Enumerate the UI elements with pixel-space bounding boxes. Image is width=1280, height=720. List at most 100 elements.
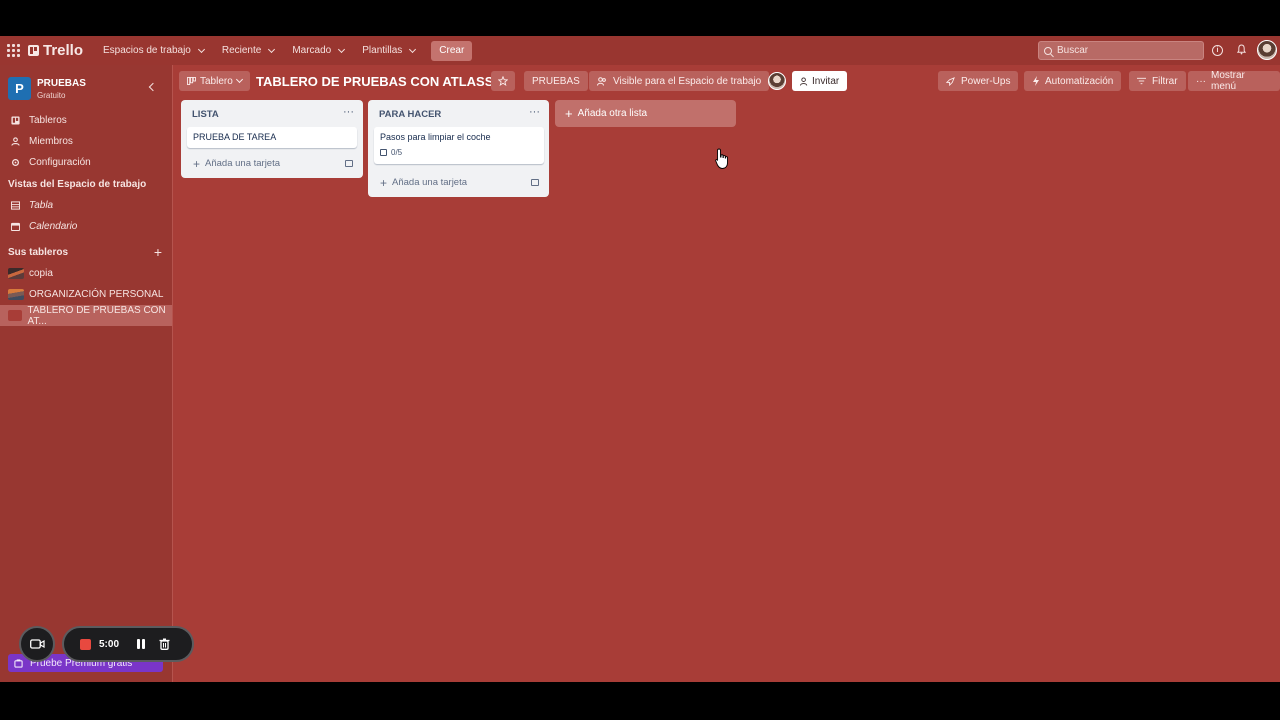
powerups-label: Power-Ups (961, 75, 1011, 87)
sidebar-board-copia[interactable]: copia (0, 263, 172, 284)
card[interactable]: Pasos para limpiar el coche 0/5 (374, 127, 544, 164)
card-template-icon[interactable] (345, 160, 353, 167)
gear-icon (11, 158, 20, 167)
premium-icon (14, 658, 23, 668)
more-icon: ··· (1196, 75, 1206, 87)
sidebar-item-boards[interactable]: Tableros (0, 110, 172, 131)
board-title[interactable]: TABLERO DE PRUEBAS CON ATLASSIAN (250, 71, 522, 91)
visibility-label: Visible para el Espacio de trabajo (613, 75, 762, 87)
powerups-button[interactable]: Power-Ups (938, 71, 1019, 91)
board-header: Tablero TABLERO DE PRUEBAS CON ATLASSIAN… (174, 65, 1280, 97)
show-menu-button[interactable]: ··· Mostrar menú (1188, 70, 1280, 92)
workspace-button[interactable]: PRUEBAS (524, 71, 588, 91)
board-thumbnail (8, 310, 23, 321)
sidebar: P PRUEBAS Gratuito Tableros Miembros Con… (0, 65, 173, 682)
nav-menu-recent[interactable]: Reciente (216, 40, 280, 62)
list-title[interactable]: PARA HACER (379, 109, 441, 120)
user-avatar[interactable] (1257, 40, 1277, 60)
nav-menu-label: Plantillas (362, 45, 403, 56)
add-card-button[interactable]: + Añada una tarjeta (193, 158, 280, 170)
sidebar-board-organizacion[interactable]: ORGANIZACIÓN PERSONAL (0, 284, 172, 305)
sidebar-board-current[interactable]: TABLERO DE PRUEBAS CON AT... (0, 304, 172, 327)
automation-button[interactable]: Automatización (1024, 71, 1122, 91)
sidebar-item-label: Tabla (29, 200, 54, 211)
rocket-icon (946, 76, 955, 86)
sidebar-item-calendar[interactable]: Calendario (0, 216, 172, 237)
camera-button[interactable] (19, 626, 55, 662)
card[interactable]: PRUEBA DE TAREA (187, 127, 357, 148)
workspace-header: P PRUEBAS Gratuito (0, 65, 172, 110)
member-avatar[interactable] (768, 72, 786, 90)
add-list-button[interactable]: + Añada otra lista (555, 100, 736, 127)
hand-cursor-icon (715, 148, 728, 169)
video-camera-icon (29, 639, 45, 649)
plus-icon: + (380, 175, 388, 190)
invite-button[interactable]: Invitar (792, 71, 848, 91)
checklist-icon (380, 149, 387, 156)
recording-controls: 5:00 (62, 626, 194, 662)
sidebar-item-settings[interactable]: Configuración (0, 152, 172, 173)
list-menu-icon[interactable]: ··· (343, 106, 354, 118)
your-boards-title: Sus tableros (8, 246, 69, 258)
collapse-sidebar-icon[interactable] (148, 82, 158, 92)
sidebar-item-table[interactable]: Tabla (0, 195, 172, 216)
person-icon (11, 137, 20, 146)
board-name: TABLERO DE PRUEBAS CON AT... (27, 304, 166, 327)
star-icon (498, 76, 508, 86)
nav-menu-label: Reciente (221, 45, 262, 56)
visibility-button[interactable]: Visible para el Espacio de trabajo (589, 71, 770, 91)
checklist-badge: 0/5 (380, 148, 538, 157)
people-icon (597, 76, 606, 86)
create-button[interactable]: Crear (431, 40, 473, 61)
trello-app: Trello Espacios de trabajo Reciente Marc… (0, 36, 1280, 682)
board-view-switcher[interactable]: Tablero (179, 71, 250, 91)
workspace-plan: Gratuito (37, 90, 66, 100)
board-name: copia (29, 268, 53, 279)
add-card-label: Añada una tarjeta (392, 177, 468, 188)
board-thumbnail (8, 268, 24, 279)
app-switcher-icon[interactable] (6, 44, 20, 58)
card-template-icon[interactable] (531, 179, 539, 186)
add-board-icon[interactable]: + (154, 245, 162, 259)
add-card-button[interactable]: + Añada una tarjeta (380, 175, 468, 190)
calendar-icon (11, 222, 20, 231)
sidebar-item-label: Configuración (29, 157, 91, 168)
filter-label: Filtrar (1152, 75, 1178, 87)
letterbox-bottom (0, 682, 1280, 720)
workspace-avatar[interactable]: P (8, 77, 31, 100)
info-icon[interactable]: i (1212, 45, 1223, 56)
top-nav: Trello Espacios de trabajo Reciente Marc… (0, 36, 1280, 65)
workspace-name: PRUEBAS (37, 77, 86, 89)
card-title: Pasos para limpiar el coche (380, 132, 491, 142)
sidebar-item-label: Miembros (29, 136, 73, 147)
list-title[interactable]: LISTA (192, 109, 219, 120)
board-icon (11, 116, 20, 125)
bell-icon[interactable] (1237, 44, 1246, 55)
chevron-down-icon (409, 45, 417, 53)
lightning-icon (1033, 76, 1039, 86)
nav-menu-starred[interactable]: Marcado (286, 40, 350, 62)
star-board-button[interactable] (491, 71, 515, 91)
list-menu-icon[interactable]: ··· (529, 106, 540, 118)
nav-menu-label: Espacios de trabajo (103, 45, 191, 56)
trash-icon[interactable] (159, 638, 170, 650)
sidebar-item-members[interactable]: Miembros (0, 131, 172, 152)
nav-menu-label: Marcado (292, 45, 332, 56)
chevron-down-icon (235, 75, 243, 84)
chevron-down-icon (268, 45, 276, 53)
stop-recording-button[interactable] (80, 638, 91, 650)
search-input[interactable]: Buscar (1038, 41, 1204, 60)
chevron-down-icon (197, 45, 205, 53)
invite-label: Invitar (812, 75, 840, 87)
search-placeholder: Buscar (1057, 45, 1089, 56)
nav-menu-templates[interactable]: Plantillas (356, 40, 421, 62)
letterbox-top (0, 0, 1280, 36)
workspace-views-heading: Vistas del Espacio de trabajo (8, 178, 147, 190)
board-thumbnail (8, 289, 24, 300)
checklist-count: 0/5 (391, 148, 403, 157)
nav-menu-workspaces[interactable]: Espacios de trabajo (97, 40, 210, 62)
board-view-label: Tablero (200, 75, 233, 87)
pause-icon[interactable] (137, 639, 145, 649)
trello-logo[interactable]: Trello (28, 42, 83, 59)
filter-button[interactable]: Filtrar (1129, 71, 1186, 91)
